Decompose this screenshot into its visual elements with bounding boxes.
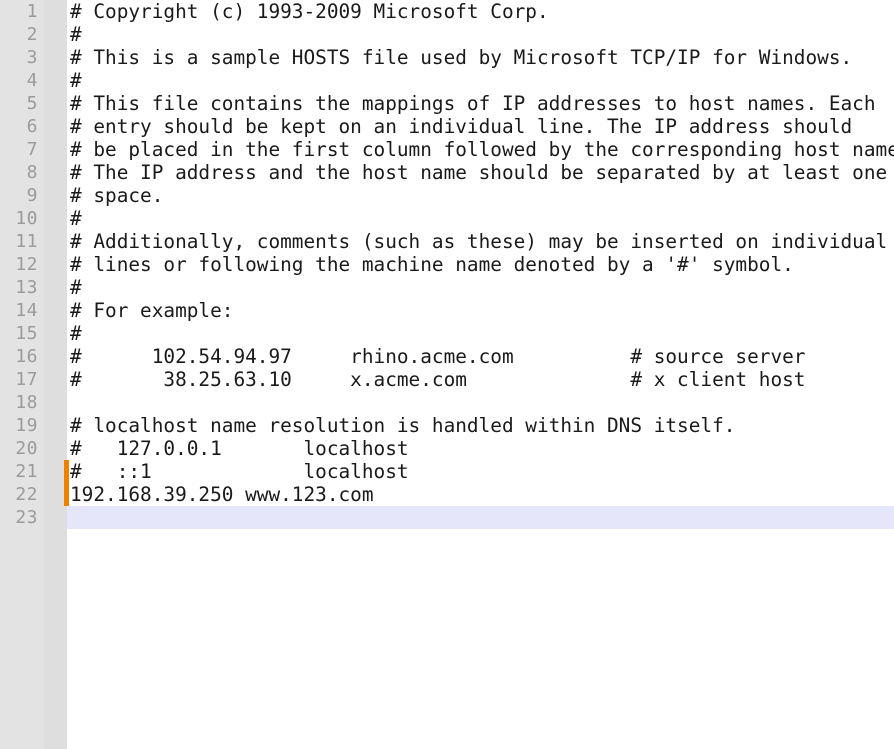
code-line[interactable]: # The IP address and the host name shoul… (67, 161, 894, 184)
line-number: 10 (15, 208, 38, 229)
code-line-text: # This is a sample HOSTS file used by Mi… (70, 46, 853, 69)
code-line[interactable]: # (67, 207, 894, 230)
code-line[interactable]: # (67, 322, 894, 345)
line-number: 22 (15, 484, 38, 505)
code-line[interactable]: # localhost name resolution is handled w… (67, 414, 894, 437)
code-line[interactable] (67, 391, 894, 414)
code-line[interactable]: # be placed in the first column followed… (67, 138, 894, 161)
code-line-text: 192.168.39.250 www.123.com (70, 483, 374, 506)
code-line-text: # Copyright (c) 1993-2009 Microsoft Corp… (70, 0, 549, 23)
code-line-text: # localhost name resolution is handled w… (70, 414, 736, 437)
code-line-text: # ::1 localhost (70, 460, 409, 483)
code-area[interactable]: # Copyright (c) 1993-2009 Microsoft Corp… (67, 0, 894, 749)
line-number: 23 (15, 507, 38, 528)
code-line-text: # The IP address and the host name shoul… (70, 161, 888, 184)
code-line[interactable]: # ::1 localhost (67, 460, 894, 483)
code-line[interactable]: # This is a sample HOSTS file used by Mi… (67, 46, 894, 69)
line-number: 19 (15, 415, 38, 436)
line-number: 18 (15, 392, 38, 413)
line-number: 8 (26, 162, 38, 183)
code-line[interactable]: # space. (67, 184, 894, 207)
code-line-text: # (70, 69, 82, 92)
line-number: 1 (26, 1, 38, 22)
line-number: 7 (26, 139, 38, 160)
code-line-text: # 127.0.0.1 localhost (70, 437, 409, 460)
line-number: 17 (15, 369, 38, 390)
code-line-text: # space. (70, 184, 164, 207)
line-number: 9 (26, 185, 38, 206)
line-number-column: 1 2 3 4 5 6 7 8 9 10 11 12 13 14 15 16 17 18 19 20 21 22 23 (0, 0, 44, 529)
code-line-text: # 38.25.63.10 x.acme.com # x client host (70, 368, 806, 391)
code-line[interactable]: 192.168.39.250 www.123.com (67, 483, 894, 506)
code-lines: # Copyright (c) 1993-2009 Microsoft Corp… (67, 0, 894, 529)
line-number: 13 (15, 277, 38, 298)
line-number: 16 (15, 346, 38, 367)
current-line-highlight (67, 506, 894, 529)
code-line[interactable]: # 127.0.0.1 localhost (67, 437, 894, 460)
code-line[interactable]: # Copyright (c) 1993-2009 Microsoft Corp… (67, 0, 894, 23)
line-number: 4 (26, 70, 38, 91)
code-line[interactable]: # entry should be kept on an individual … (67, 115, 894, 138)
code-line-text: # entry should be kept on an individual … (70, 115, 853, 138)
change-marker-column (64, 0, 69, 749)
code-line-text: # (70, 207, 82, 230)
code-line[interactable]: # For example: (67, 299, 894, 322)
code-line-text: # lines or following the machine name de… (70, 253, 794, 276)
line-number: 15 (15, 323, 38, 344)
code-line[interactable]: # lines or following the machine name de… (67, 253, 894, 276)
text-editor[interactable]: 1 2 3 4 5 6 7 8 9 10 11 12 13 14 15 16 17 18 19 20 21 22 23 # … (0, 0, 894, 749)
code-line[interactable]: # (67, 276, 894, 299)
line-number: 5 (26, 93, 38, 114)
code-line-text: # (70, 322, 82, 345)
code-line-text: # Additionally, comments (such as these)… (70, 230, 888, 253)
code-line[interactable]: # Additionally, comments (such as these)… (67, 230, 894, 253)
code-line[interactable]: # This file contains the mappings of IP … (67, 92, 894, 115)
code-line-text: # 102.54.94.97 rhino.acme.com # source s… (70, 345, 806, 368)
code-line-text: # For example: (70, 299, 234, 322)
line-number: 20 (15, 438, 38, 459)
line-number: 12 (15, 254, 38, 275)
line-number: 14 (15, 300, 38, 321)
change-marker[interactable] (64, 460, 69, 506)
code-line[interactable]: # (67, 23, 894, 46)
code-line-text: # (70, 23, 82, 46)
code-line[interactable]: # 102.54.94.97 rhino.acme.com # source s… (67, 345, 894, 368)
code-line[interactable]: # 38.25.63.10 x.acme.com # x client host (67, 368, 894, 391)
code-line-text: # This file contains the mappings of IP … (70, 92, 876, 115)
line-number: 21 (15, 461, 38, 482)
code-line-text: # be placed in the first column followed… (70, 138, 894, 161)
line-number: 6 (26, 116, 38, 137)
line-number: 3 (26, 47, 38, 68)
line-number: 11 (15, 231, 38, 252)
code-line[interactable]: # (67, 69, 894, 92)
code-line-text: # (70, 276, 82, 299)
line-number: 2 (26, 24, 38, 45)
